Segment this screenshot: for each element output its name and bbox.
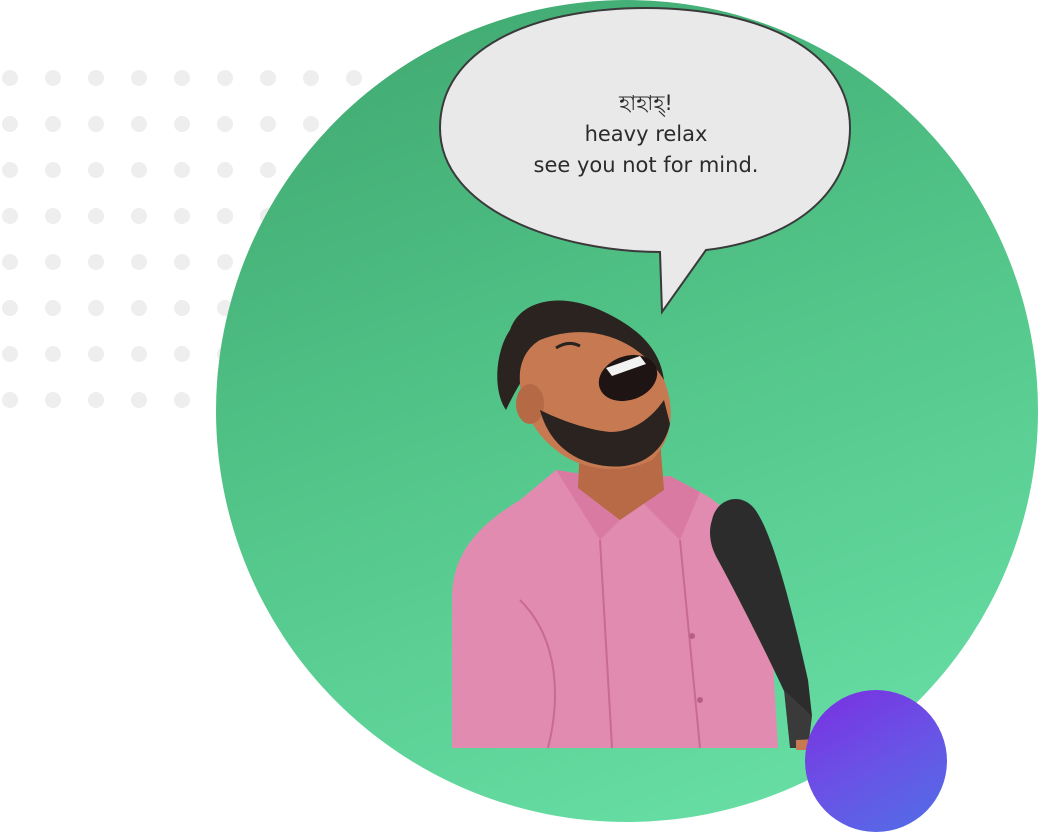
man-head xyxy=(497,300,671,470)
meme-card: হাহাহ্! heavy relax see you not for mind… xyxy=(0,0,1038,832)
speech-bubble-text: হাহাহ্! heavy relax see you not for mind… xyxy=(476,88,816,181)
speech-line-see-you: see you not for mind. xyxy=(533,153,759,177)
speech-line-heavy-relax: heavy relax xyxy=(584,122,708,146)
man-shirt xyxy=(452,440,778,749)
speech-line-bengali: হাহাহ্! xyxy=(619,91,673,115)
accent-circle xyxy=(805,690,947,832)
